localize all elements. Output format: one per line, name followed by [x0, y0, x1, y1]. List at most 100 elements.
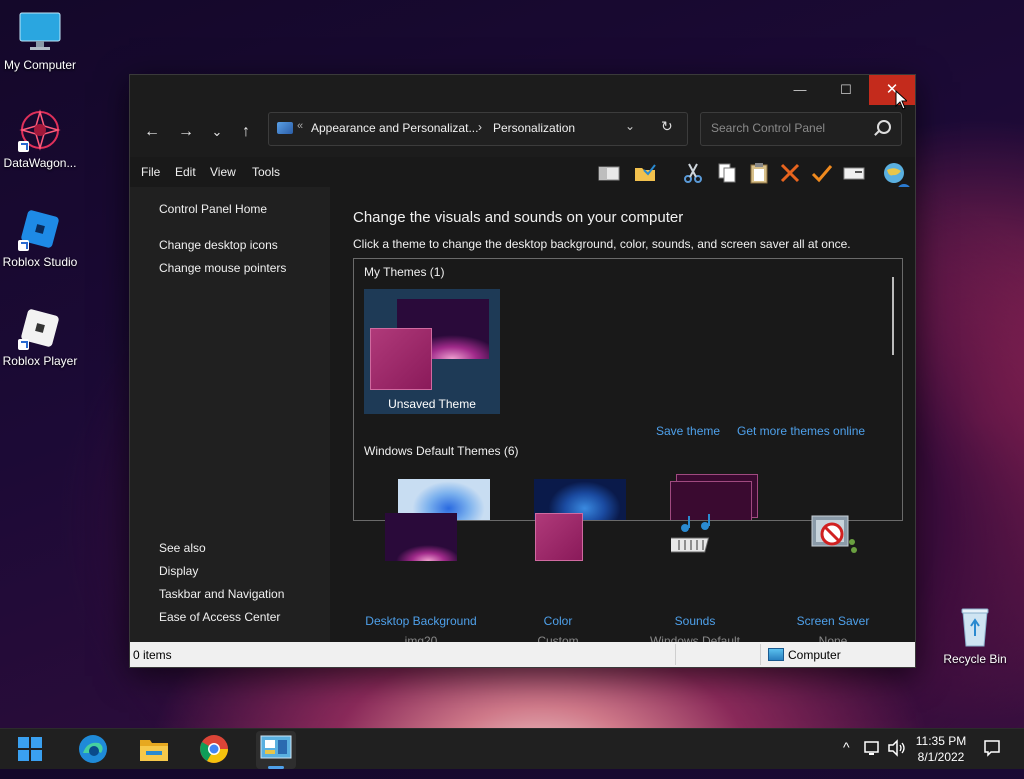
status-bar: 0 items Computer	[130, 642, 915, 667]
see-also-heading: See also	[159, 541, 206, 555]
chrome-icon[interactable]	[198, 733, 230, 765]
roblox-player-icon	[18, 306, 62, 350]
change-mouse-pointers-link[interactable]: Change mouse pointers	[159, 261, 286, 275]
my-themes-heading: My Themes (1)	[364, 265, 445, 279]
control-panel-icon	[277, 122, 293, 134]
desktop-icon-recycle-bin[interactable]: Recycle Bin	[935, 604, 1015, 666]
desktop-background-icon	[385, 513, 457, 561]
monitor-icon	[18, 10, 62, 54]
paste-icon[interactable]	[748, 162, 770, 184]
menu-tools[interactable]: Tools	[252, 165, 280, 179]
layout-icon[interactable]	[598, 162, 620, 184]
desktop-icon-label: Roblox Player	[2, 354, 78, 368]
ease-of-access-link[interactable]: Ease of Access Center	[159, 610, 280, 624]
color-label[interactable]: Color	[493, 614, 623, 628]
desktop-icon-label: DataWagon...	[3, 156, 77, 170]
network-icon[interactable]	[863, 739, 881, 779]
taskbar-navigation-link[interactable]: Taskbar and Navigation	[159, 587, 284, 601]
clock-time: 11:35 PM	[915, 734, 967, 748]
mouse-cursor-icon	[895, 89, 909, 113]
desktop-icon-datawagon[interactable]: DataWagon...	[0, 108, 80, 170]
cut-icon[interactable]	[682, 162, 704, 184]
address-bar[interactable]: « Appearance and Personalizat... › Perso…	[268, 112, 688, 146]
desktop-background-label[interactable]: Desktop Background	[356, 614, 486, 628]
get-more-themes-link[interactable]: Get more themes online	[737, 424, 865, 438]
desktop-icon-my-computer[interactable]: My Computer	[0, 10, 80, 72]
copy-icon[interactable]	[716, 162, 738, 184]
roblox-studio-icon	[18, 207, 62, 251]
up-button[interactable]: ↑	[235, 121, 257, 143]
recycle-bin-icon	[953, 604, 997, 648]
search-input[interactable]	[709, 120, 873, 136]
forward-button[interactable]: →	[175, 121, 197, 143]
globe-icon[interactable]	[883, 162, 905, 184]
menu-bar: File Edit View Tools ?	[130, 157, 915, 198]
refresh-icon[interactable]: ↻	[661, 118, 673, 135]
shortcut-arrow-icon	[18, 141, 29, 152]
display-link[interactable]: Display	[159, 564, 198, 578]
desktop-icon-roblox-studio[interactable]: Roblox Studio	[0, 207, 80, 269]
menu-edit[interactable]: Edit	[175, 165, 196, 179]
theme-color-thumbnail	[370, 328, 432, 390]
tray-overflow-chevron-icon[interactable]: ^	[843, 739, 850, 779]
screen-saver-label[interactable]: Screen Saver	[768, 614, 898, 628]
checkmark-icon[interactable]	[811, 162, 833, 184]
change-desktop-icons-link[interactable]: Change desktop icons	[159, 238, 278, 252]
item-count: 0 items	[133, 648, 172, 662]
folder-check-icon[interactable]	[634, 162, 656, 184]
menu-view[interactable]: View	[210, 165, 236, 179]
breadcrumb-personalization[interactable]: Personalization	[493, 121, 575, 135]
control-panel-icon[interactable]	[256, 731, 296, 769]
menu-file[interactable]: File	[141, 165, 160, 179]
edge-icon[interactable]	[77, 733, 109, 765]
computer-icon	[768, 648, 784, 661]
screen-saver-icon	[810, 512, 858, 560]
breadcrumb-appearance[interactable]: Appearance and Personalizat...	[311, 121, 478, 135]
left-navigation-pane: Control Panel Home Change desktop icons …	[130, 187, 330, 642]
address-row: ← → ⌄ ↑ « Appearance and Personalizat...…	[130, 105, 915, 157]
windows-default-themes-heading: Windows Default Themes (6)	[364, 444, 519, 458]
status-location: Computer	[788, 648, 841, 662]
page-description: Click a theme to change the desktop back…	[353, 237, 851, 251]
page-title: Change the visuals and sounds on your co…	[353, 209, 684, 226]
datawagon-icon	[18, 108, 62, 152]
notifications-icon[interactable]	[983, 739, 1001, 779]
clock-date: 8/1/2022	[917, 750, 965, 764]
close-button[interactable]: ✕	[869, 75, 915, 105]
start-icon[interactable]	[14, 733, 46, 765]
maximize-button[interactable]: ☐	[823, 75, 869, 105]
file-explorer-icon[interactable]	[138, 733, 170, 765]
shortcut-arrow-icon	[18, 339, 29, 350]
recent-locations-button[interactable]: ⌄	[206, 121, 228, 143]
themes-scrollbar[interactable]	[892, 277, 894, 355]
back-button[interactable]: ←	[141, 121, 163, 143]
shortcut-arrow-icon	[18, 240, 29, 251]
taskbar: ^ 11:35 PM 8/1/2022	[0, 728, 1024, 769]
title-bar[interactable]: — ☐ ✕	[130, 75, 915, 105]
theme-name: Unsaved Theme	[388, 397, 476, 411]
overflow-chevron-icon[interactable]: «	[297, 120, 303, 132]
volume-icon[interactable]	[887, 739, 907, 779]
desktop-icon-label: My Computer	[3, 58, 77, 72]
desktop-icon-label: Roblox Studio	[2, 255, 78, 269]
control-panel-home-link[interactable]: Control Panel Home	[159, 202, 267, 216]
search-box[interactable]	[700, 112, 902, 146]
properties-icon[interactable]	[843, 162, 865, 184]
delete-icon[interactable]	[779, 162, 801, 184]
main-content: Change the visuals and sounds on your co…	[330, 187, 915, 648]
system-clock[interactable]: 11:35 PM 8/1/2022	[905, 733, 977, 765]
desktop-icon-roblox-player[interactable]: Roblox Player	[0, 306, 80, 368]
minimize-button[interactable]: —	[777, 75, 823, 105]
personalization-window: — ☐ ✕ ← → ⌄ ↑ « Appearance and Personali…	[129, 74, 916, 668]
search-icon[interactable]	[877, 120, 891, 134]
breadcrumb-separator-icon[interactable]: ›	[478, 120, 482, 134]
color-swatch-icon	[535, 513, 583, 561]
themes-list[interactable]: My Themes (1) Unsaved Theme Save theme G…	[353, 258, 903, 521]
sounds-icon	[662, 514, 719, 560]
status-divider	[760, 644, 761, 665]
save-theme-link[interactable]: Save theme	[656, 424, 720, 438]
unsaved-theme-tile[interactable]: Unsaved Theme	[364, 289, 500, 414]
sounds-label[interactable]: Sounds	[630, 614, 760, 628]
status-divider	[675, 644, 676, 665]
address-dropdown-icon[interactable]: ⌄	[625, 119, 635, 133]
